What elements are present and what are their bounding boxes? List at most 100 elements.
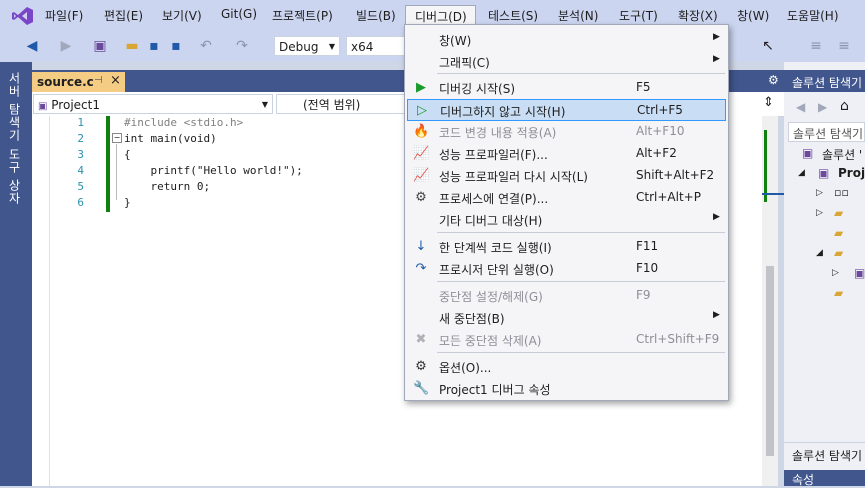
server-explorer-tab[interactable]: 서버 탐색기	[6, 72, 23, 142]
menu-item-delete-all-breakpoints[interactable]: ✖ 모든 중단점 삭제(A) Ctrl+Shift+F9	[407, 329, 726, 351]
comment-icon[interactable]: ≡	[808, 38, 824, 54]
submenu-arrow-icon: ▶	[713, 310, 720, 320]
forward-icon[interactable]: ▶	[818, 100, 827, 114]
play-icon: ▶	[416, 80, 426, 95]
menu-item-options[interactable]: ⚙ 옵션(O)...	[407, 356, 726, 378]
search-placeholder: 솔루션 탐색기	[793, 127, 864, 141]
expand-icon[interactable]: ◢	[798, 168, 805, 178]
menu-item-attach-to-process[interactable]: ⚙ 프로세스에 연결(P)... Ctrl+Alt+P	[407, 187, 726, 209]
tree-item-project[interactable]: Proje	[838, 166, 865, 180]
solution-search-input[interactable]: 솔루션 탐색기	[788, 122, 865, 142]
project-combo[interactable]: ▣ Project1 ▼	[33, 94, 273, 114]
play-outline-icon: ▷	[417, 103, 427, 118]
menu-item-label: 한 단계씩 코드 실행(I)	[439, 241, 552, 255]
menu-project[interactable]: 프로젝트(P)	[272, 7, 333, 24]
code-line: return 0;	[124, 180, 211, 193]
menu-item-step-into[interactable]: ↓ 한 단계씩 코드 실행(I) F11	[407, 236, 726, 258]
menu-item-label: 프로시저 단위 실행(O)	[439, 263, 554, 277]
menu-item-shortcut: F5	[636, 80, 651, 94]
menu-debug-active[interactable]: 디버그(D)	[405, 5, 476, 26]
menu-edit[interactable]: 편집(E)	[104, 7, 143, 24]
project-icon: ▣	[818, 166, 830, 180]
collapsed-arrow-icon[interactable]: ▷	[832, 268, 839, 278]
profiler-icon: 📈	[413, 146, 430, 161]
line-number: 3	[77, 148, 84, 161]
close-icon[interactable]: ×	[110, 73, 121, 88]
line-number: 1	[77, 116, 84, 129]
menu-help[interactable]: 도움말(H)	[787, 7, 839, 24]
menu-item-shortcut: F10	[636, 261, 659, 275]
submenu-arrow-icon: ▶	[713, 54, 720, 64]
menu-file[interactable]: 파일(F)	[45, 7, 83, 24]
expand-icon[interactable]: ◢	[816, 248, 823, 258]
toolbox-tab[interactable]: 도구 상자	[6, 148, 23, 205]
menu-item-step-over[interactable]: ↷ 프로시저 단위 실행(O) F10	[407, 258, 726, 280]
menu-item-other-debug-targets[interactable]: 기타 디버그 대상(H) ▶	[407, 209, 726, 231]
menu-item-start-debugging[interactable]: ▶ 디버깅 시작(S) F5	[407, 77, 726, 99]
filter-folder-icon: ▰	[834, 246, 844, 260]
menu-view[interactable]: 보기(V)	[162, 7, 202, 24]
code-line: int main(void)	[124, 132, 217, 145]
menu-build[interactable]: 빌드(B)	[356, 7, 396, 24]
line-number: 5	[77, 180, 84, 193]
vs-logo-icon[interactable]	[12, 6, 34, 26]
uncomment-icon[interactable]: ≡	[836, 38, 852, 54]
menu-item-shortcut: Alt+F10	[636, 124, 685, 138]
pin-icon[interactable]: ⊣	[94, 75, 103, 86]
menu-item-shortcut: Ctrl+Shift+F9	[636, 332, 720, 346]
menu-item-start-without-debugging[interactable]: ▷ 디버그하지 않고 시작(H) Ctrl+F5	[407, 99, 726, 121]
menu-item-performance-profiler[interactable]: 📈 성능 프로파일러(F)... Alt+F2	[407, 143, 726, 165]
menu-item-relaunch-profiler[interactable]: 📈 성능 프로파일러 다시 시작(L) Shift+Alt+F2	[407, 165, 726, 187]
scope-combo[interactable]: (전역 범위)	[276, 94, 404, 114]
tab-source-c[interactable]: source.c ⊣ ×	[32, 72, 125, 93]
open-folder-icon[interactable]: ▬	[124, 38, 140, 54]
menu-tools[interactable]: 도구(T)	[619, 7, 658, 24]
submenu-arrow-icon: ▶	[713, 212, 720, 222]
undo-icon[interactable]: ↶	[198, 38, 214, 54]
menu-window[interactable]: 창(W)	[737, 7, 769, 24]
save-all-icon[interactable]: ▪	[168, 38, 184, 54]
menu-git[interactable]: Git(G)	[221, 7, 257, 21]
wrench-icon: 🔧	[413, 381, 430, 396]
menu-analyze[interactable]: 분석(N)	[558, 7, 598, 24]
menu-item-window[interactable]: 창(W) ▶	[407, 29, 726, 51]
tree-item-solution[interactable]: 솔루션 '	[822, 146, 862, 163]
forward-icon[interactable]: ▶	[58, 38, 74, 54]
platform-combo[interactable]: x64	[346, 36, 406, 56]
settings-icon[interactable]: ⚙	[768, 73, 779, 87]
menu-item-label: 디버깅 시작(S)	[439, 82, 515, 96]
config-combo[interactable]: Debug ▼	[274, 36, 340, 56]
menu-item-toggle-breakpoint[interactable]: 중단점 설정/해제(G) F9	[407, 285, 726, 307]
properties-header: 속성	[784, 470, 865, 487]
solution-icon: ▣	[802, 146, 814, 160]
vertical-scrollbar[interactable]	[762, 116, 778, 486]
back-icon[interactable]: ◀	[24, 38, 40, 54]
collapsed-arrow-icon[interactable]: ▷	[816, 188, 823, 198]
menu-item-label: 옵션(O)...	[439, 361, 492, 375]
tab-title: source.c	[37, 75, 94, 89]
menu-item-project-debug-properties[interactable]: 🔧 Project1 디버그 속성	[407, 378, 726, 400]
menu-item-graphics[interactable]: 그래픽(C) ▶	[407, 51, 726, 73]
solution-explorer-bottom-tab[interactable]: 솔루션 탐색기	[784, 442, 865, 465]
collapsed-arrow-icon[interactable]: ▷	[816, 208, 823, 218]
line-number: 4	[77, 164, 84, 177]
menu-extensions[interactable]: 확장(X)	[678, 7, 718, 24]
save-icon[interactable]: ▪	[146, 38, 162, 54]
scroll-thumb[interactable]	[766, 266, 774, 456]
menu-separator	[437, 281, 725, 282]
collapse-icon[interactable]: −	[112, 133, 122, 143]
change-marker	[764, 130, 767, 202]
solution-explorer-title: 솔루션 탐색기	[792, 76, 863, 90]
split-icon[interactable]: ⇕	[763, 95, 774, 110]
home-icon[interactable]: ⌂	[840, 98, 849, 114]
redo-icon[interactable]: ↷	[234, 38, 250, 54]
scope-combo-value: (전역 범위)	[303, 98, 361, 112]
back-icon[interactable]: ◀	[796, 100, 805, 114]
menu-item-label: 프로세스에 연결(P)...	[439, 192, 549, 206]
menu-test[interactable]: 테스트(S)	[488, 7, 538, 24]
menu-item-shortcut: F9	[636, 288, 651, 302]
pointer-icon[interactable]: ↖	[760, 38, 776, 54]
menu-item-apply-code-changes[interactable]: 🔥 코드 변경 내용 적용(A) Alt+F10	[407, 121, 726, 143]
new-project-icon[interactable]: ▣	[92, 38, 108, 54]
menu-item-new-breakpoint[interactable]: 새 중단점(B) ▶	[407, 307, 726, 329]
